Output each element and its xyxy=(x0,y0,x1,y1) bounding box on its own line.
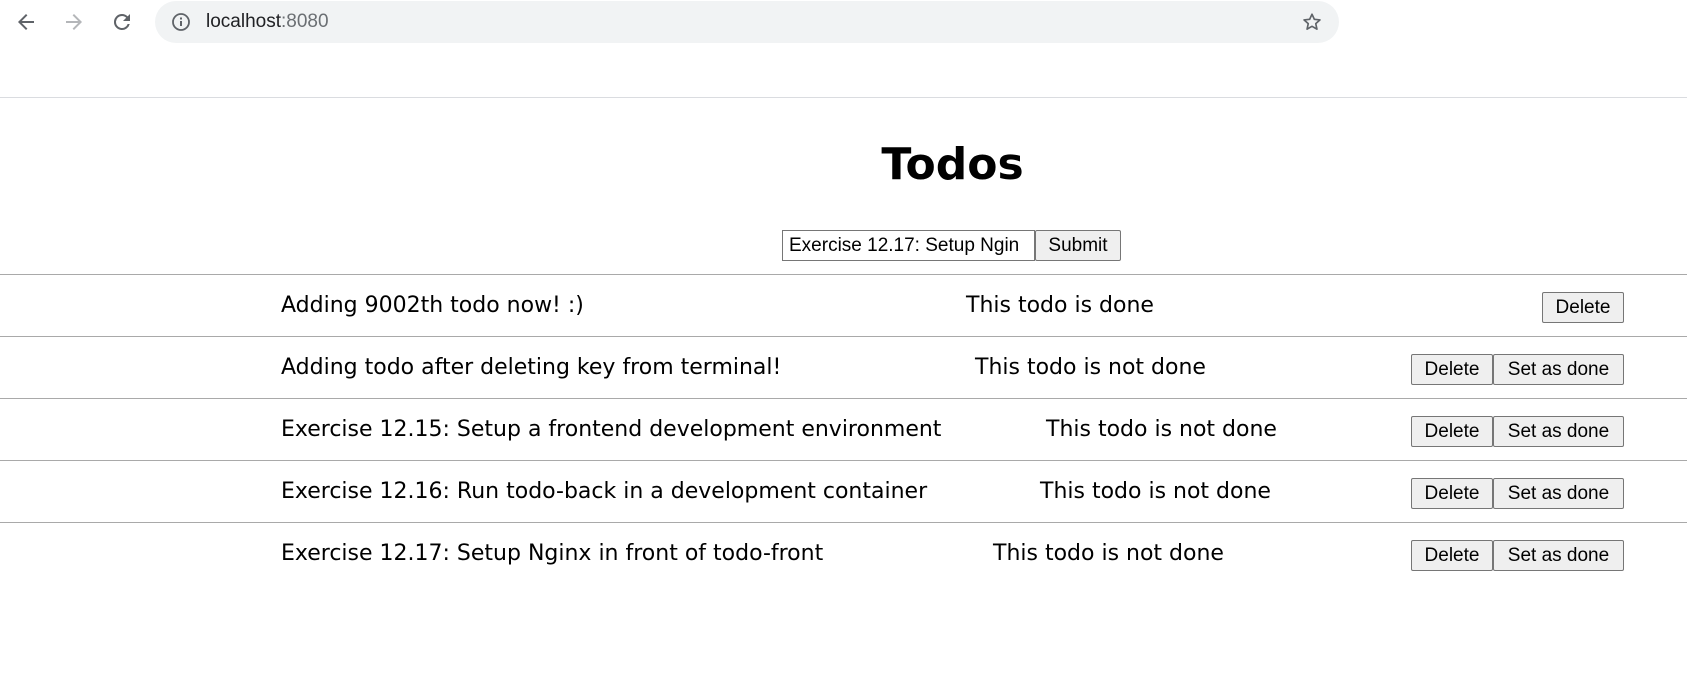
todo-text: Exercise 12.15: Setup a frontend develop… xyxy=(281,417,942,442)
todo-status: This todo is not done xyxy=(1046,417,1277,442)
page-title: Todos xyxy=(881,139,1024,190)
forward-button[interactable] xyxy=(60,8,88,36)
todo-row: Exercise 12.17: Setup Nginx in front of … xyxy=(0,522,1687,584)
info-icon[interactable] xyxy=(171,12,191,32)
todo-status: This todo is done xyxy=(966,293,1154,318)
todo-text: Exercise 12.16: Run todo-back in a devel… xyxy=(281,479,928,504)
todo-text: Adding todo after deleting key from term… xyxy=(281,355,782,380)
delete-button[interactable]: Delete xyxy=(1542,292,1624,323)
todo-status: This todo is not done xyxy=(975,355,1206,380)
set-as-done-button[interactable]: Set as done xyxy=(1493,540,1624,571)
delete-button[interactable]: Delete xyxy=(1411,478,1493,509)
submit-button[interactable]: Submit xyxy=(1035,230,1121,261)
url-text: localhost:8080 xyxy=(206,11,329,33)
star-icon[interactable] xyxy=(1301,11,1323,33)
url-port: :8080 xyxy=(281,11,329,32)
back-button[interactable] xyxy=(12,8,40,36)
delete-button[interactable]: Delete xyxy=(1411,540,1493,571)
todo-actions: Delete Set as done xyxy=(1411,540,1624,571)
address-bar[interactable]: localhost:8080 xyxy=(155,1,1339,43)
todo-row: Adding 9002th todo now! :) This todo is … xyxy=(0,274,1687,336)
url-host: localhost xyxy=(206,11,281,32)
arrow-right-icon xyxy=(62,10,86,34)
todo-input[interactable] xyxy=(782,230,1035,261)
reload-button[interactable] xyxy=(108,8,136,36)
todo-list: Adding 9002th todo now! :) This todo is … xyxy=(0,274,1687,584)
delete-button[interactable]: Delete xyxy=(1411,416,1493,447)
browser-toolbar: localhost:8080 xyxy=(0,0,1687,45)
set-as-done-button[interactable]: Set as done xyxy=(1493,354,1624,385)
toolbar-divider xyxy=(0,97,1687,98)
arrow-left-icon xyxy=(14,10,38,34)
todo-actions: Delete Set as done xyxy=(1411,354,1624,385)
todo-status: This todo is not done xyxy=(993,541,1224,566)
todo-text: Exercise 12.17: Setup Nginx in front of … xyxy=(281,541,824,566)
todo-form: Submit xyxy=(782,230,1121,261)
set-as-done-button[interactable]: Set as done xyxy=(1493,416,1624,447)
todo-actions: Delete xyxy=(1542,292,1624,323)
todo-row: Exercise 12.16: Run todo-back in a devel… xyxy=(0,460,1687,522)
todo-actions: Delete Set as done xyxy=(1411,416,1624,447)
todo-row: Adding todo after deleting key from term… xyxy=(0,336,1687,398)
delete-button[interactable]: Delete xyxy=(1411,354,1493,385)
todo-actions: Delete Set as done xyxy=(1411,478,1624,509)
todo-text: Adding 9002th todo now! :) xyxy=(281,293,584,318)
set-as-done-button[interactable]: Set as done xyxy=(1493,478,1624,509)
todo-row: Exercise 12.15: Setup a frontend develop… xyxy=(0,398,1687,460)
todo-status: This todo is not done xyxy=(1040,479,1271,504)
reload-icon xyxy=(110,10,134,34)
